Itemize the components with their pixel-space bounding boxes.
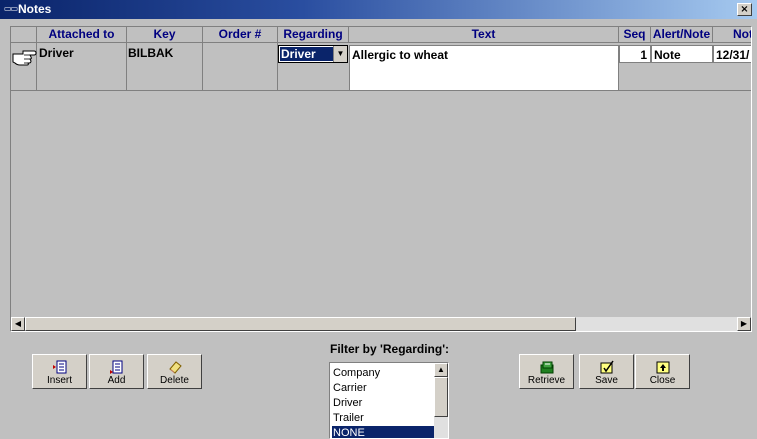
save-button[interactable]: Save: [579, 354, 634, 389]
list-item[interactable]: Driver: [332, 396, 436, 411]
close-button[interactable]: Close: [635, 354, 690, 389]
notes-grid[interactable]: Attached to Key Order # Regarding Text S…: [10, 26, 752, 332]
eraser-icon: [168, 361, 182, 374]
close-window-button[interactable]: ×: [737, 3, 752, 16]
insert-button[interactable]: Insert: [32, 354, 87, 389]
list-item[interactable]: Company: [332, 366, 436, 381]
scroll-up-icon[interactable]: ▲: [434, 363, 448, 377]
scroll-right-icon[interactable]: ▶: [737, 317, 751, 331]
insert-row-icon: [52, 360, 66, 374]
list-item-selected[interactable]: NONE: [332, 426, 436, 438]
column-header-order-no[interactable]: Order #: [203, 27, 278, 43]
close-label: Close: [649, 375, 676, 386]
add-row-icon: [109, 360, 122, 374]
vertical-scrollbar[interactable]: ▲: [434, 363, 448, 438]
save-label: Save: [595, 375, 618, 386]
regarding-filter-list[interactable]: Company Carrier Driver Trailer NONE ▲: [329, 362, 449, 439]
column-header-alert-note[interactable]: Alert/Note: [651, 27, 713, 43]
column-divider: [202, 43, 203, 91]
cell-attached-to[interactable]: Driver: [39, 46, 74, 60]
seq-field[interactable]: 1: [619, 45, 651, 63]
alert-note-field[interactable]: Note: [651, 45, 713, 63]
list-item[interactable]: Trailer: [332, 411, 436, 426]
scrollbar-thumb[interactable]: [25, 317, 576, 331]
pointing-hand-icon: [12, 50, 37, 66]
title-bar: ▭▭ Notes ×: [0, 0, 757, 19]
column-header-seq[interactable]: Seq: [619, 27, 651, 43]
horizontal-scrollbar[interactable]: ◀ ▶: [11, 317, 751, 331]
close-door-icon: [656, 361, 669, 374]
retrieve-label: Retrieve: [527, 375, 566, 386]
column-header-note-date[interactable]: Not: [713, 27, 751, 43]
scrollbar-thumb[interactable]: [434, 377, 448, 417]
save-icon: [600, 360, 614, 374]
retrieve-button[interactable]: Retrieve: [519, 354, 574, 389]
delete-button[interactable]: Delete: [147, 354, 202, 389]
retrieve-icon: [540, 361, 553, 374]
column-header-attached-to[interactable]: Attached to: [37, 27, 127, 43]
column-divider: [126, 43, 127, 91]
row-selector-header: [11, 27, 37, 43]
insert-label: Insert: [46, 375, 72, 386]
cell-key[interactable]: BILBAK: [128, 46, 173, 60]
text-field[interactable]: Allergic to wheat: [349, 45, 619, 91]
chevron-down-icon[interactable]: ▼: [333, 46, 347, 62]
regarding-dropdown-value: Driver: [280, 47, 334, 61]
regarding-dropdown[interactable]: Driver ▼: [278, 45, 348, 63]
note-date-field[interactable]: 12/31/: [713, 45, 751, 63]
filter-label: Filter by 'Regarding':: [330, 342, 450, 356]
delete-label: Delete: [160, 375, 189, 386]
window-title: Notes: [18, 2, 52, 16]
column-header-key[interactable]: Key: [127, 27, 203, 43]
scroll-left-icon[interactable]: ◀: [11, 317, 25, 331]
list-item[interactable]: Carrier: [332, 381, 436, 396]
add-button[interactable]: Add: [89, 354, 144, 389]
add-label: Add: [107, 375, 126, 386]
column-header-text[interactable]: Text: [349, 27, 619, 43]
notes-app-icon: ▭▭: [4, 4, 18, 13]
column-header-regarding[interactable]: Regarding: [278, 27, 349, 43]
